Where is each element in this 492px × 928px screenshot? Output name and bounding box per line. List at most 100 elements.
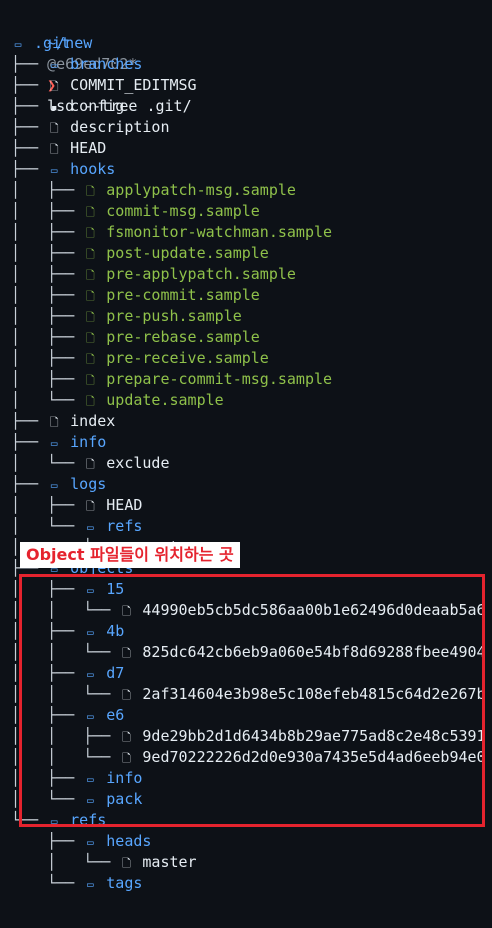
file-icon: 🗋 bbox=[85, 227, 95, 240]
folder-icon: ▭ bbox=[86, 521, 94, 534]
tree-item-name: fsmonitor-watchman.sample bbox=[106, 223, 333, 241]
prompt-line: ~/new @e69ed702* ❯ lsd --tree .git/ bbox=[11, 12, 192, 115]
tree-item-name: description bbox=[70, 118, 170, 136]
tree-item-file: │ ├── 🗋 pre-push.sample bbox=[11, 306, 242, 327]
tree-item-name: HEAD bbox=[70, 139, 107, 157]
file-icon: 🗋 bbox=[85, 500, 95, 513]
tree-item-file: │ ├── 🗋 commit-msg.sample bbox=[11, 201, 260, 222]
file-icon: 🗋 bbox=[49, 80, 59, 93]
tree-branch: └── bbox=[11, 874, 84, 892]
folder-icon: ▭ bbox=[50, 479, 58, 492]
tree-item-file: │ ├── 🗋 fsmonitor-watchman.sample bbox=[11, 222, 332, 243]
tree-branch: │ ├── bbox=[11, 496, 84, 514]
file-icon: 🗋 bbox=[85, 458, 95, 471]
tree-item-folder: ├── ▭ info bbox=[11, 432, 106, 453]
tree-branch: ├── bbox=[11, 55, 48, 73]
tree-item-file: │ ├── 🗋 post-update.sample bbox=[11, 243, 269, 264]
tree-branch: │ ├── bbox=[11, 307, 84, 325]
file-icon: 🗋 bbox=[85, 269, 95, 282]
tree-item-file: │ ├── 🗋 HEAD bbox=[11, 495, 142, 516]
file-icon: 🗋 bbox=[85, 311, 95, 324]
tree-item-name: master bbox=[142, 853, 197, 871]
tree-item-name: HEAD bbox=[106, 496, 143, 514]
tree-branch: ├── bbox=[11, 160, 48, 178]
tree-branch: │ ├── bbox=[11, 370, 84, 388]
folder-icon: ▭ bbox=[86, 878, 94, 891]
tree-item-name: post-update.sample bbox=[106, 244, 269, 262]
file-icon: 🗋 bbox=[85, 353, 95, 366]
tree-item-folder: └── ▭ tags bbox=[11, 873, 142, 894]
tree-item-folder: ├── ▭ hooks bbox=[11, 159, 115, 180]
tree-item-name: pre-commit.sample bbox=[106, 286, 260, 304]
tree-branch: │ ├── bbox=[11, 286, 84, 304]
tree-branch: │ └── bbox=[11, 454, 84, 472]
tree-item-file: │ └── 🗋 update.sample bbox=[11, 390, 224, 411]
tree-item-name: commit-msg.sample bbox=[106, 202, 260, 220]
tree-item-name: branches bbox=[70, 55, 143, 73]
tree-item-file: │ └── 🗋 master bbox=[11, 852, 197, 873]
tree-item-folder: ├── ▭ logs bbox=[11, 474, 106, 495]
folder-icon: ▭ bbox=[50, 164, 58, 177]
tree-branch: │ ├── bbox=[11, 223, 84, 241]
file-icon: 🗋 bbox=[85, 374, 95, 387]
tree-branch: │ ├── bbox=[11, 265, 84, 283]
tree-item-name: COMMIT_EDITMSG bbox=[70, 76, 197, 94]
tree-branch: │ └── bbox=[11, 517, 84, 535]
tree-branch: ├── bbox=[11, 97, 48, 115]
folder-icon: ▭ bbox=[50, 437, 58, 450]
tree-branch: │ ├── bbox=[11, 328, 84, 346]
tree-item-name: info bbox=[70, 433, 107, 451]
tree-item-name: refs bbox=[106, 517, 143, 535]
tree-item-file: │ ├── 🗋 pre-applypatch.sample bbox=[11, 264, 296, 285]
annotation-highlight-box bbox=[19, 574, 485, 827]
tree-item-file: │ ├── 🗋 pre-receive.sample bbox=[11, 348, 269, 369]
tree-item-file: ├── 🗋 COMMIT_EDITMSG bbox=[11, 75, 197, 96]
tree-item-file: │ ├── 🗋 applypatch-msg.sample bbox=[11, 180, 296, 201]
tree-branch: │ ├── bbox=[11, 181, 84, 199]
tree-branch: ├── bbox=[11, 412, 48, 430]
tree-item-file: ├── 🗋 description bbox=[11, 117, 170, 138]
tree-item-folder: ├── ▭ branches bbox=[11, 54, 142, 75]
tree-item-name: index bbox=[70, 412, 116, 430]
tree-item-file: ├── 🗋 HEAD bbox=[11, 138, 106, 159]
tree-branch: ├── bbox=[11, 76, 48, 94]
file-icon: 🗋 bbox=[49, 416, 59, 429]
file-icon: 🗋 bbox=[85, 395, 95, 408]
tree-item-file: │ ├── 🗋 pre-commit.sample bbox=[11, 285, 260, 306]
tree-item-folder: ▭ .git bbox=[11, 33, 70, 54]
tree-branch: ├── bbox=[11, 832, 84, 850]
tree-item-file: ├── ▪ config bbox=[11, 96, 124, 117]
file-icon: 🗋 bbox=[85, 248, 95, 261]
file-icon: 🗋 bbox=[121, 857, 131, 870]
tree-item-file: ├── 🗋 index bbox=[11, 411, 115, 432]
tree-item-name: pre-receive.sample bbox=[106, 349, 269, 367]
tree-item-folder: │ └── ▭ refs bbox=[11, 516, 142, 537]
tree-branch: │ └── bbox=[11, 391, 84, 409]
file-icon: 🗋 bbox=[85, 290, 95, 303]
tree-branch: ├── bbox=[11, 118, 48, 136]
file-icon: 🗋 bbox=[85, 332, 95, 345]
tree-branch: ├── bbox=[11, 475, 48, 493]
folder-icon: ▭ bbox=[50, 59, 58, 72]
tree-item-name: update.sample bbox=[106, 391, 224, 409]
tree-item-name: pre-rebase.sample bbox=[106, 328, 260, 346]
file-icon: 🗋 bbox=[49, 122, 59, 135]
tree-item-file: │ ├── 🗋 pre-rebase.sample bbox=[11, 327, 260, 348]
config-icon: ▪ bbox=[50, 101, 58, 114]
tree-branch: ├── bbox=[11, 433, 48, 451]
tree-item-name: logs bbox=[70, 475, 107, 493]
file-icon: 🗋 bbox=[49, 143, 59, 156]
tree-branch: │ ├── bbox=[11, 349, 84, 367]
tree-branch: │ └── bbox=[11, 853, 120, 871]
folder-icon: ▭ bbox=[14, 38, 22, 51]
tree-item-folder: ├── ▭ heads bbox=[11, 831, 151, 852]
tree-item-name: config bbox=[70, 97, 125, 115]
tree-branch: ├── bbox=[11, 139, 48, 157]
file-icon: 🗋 bbox=[85, 185, 95, 198]
tree-item-name: pre-applypatch.sample bbox=[106, 265, 296, 283]
tree-branch: │ ├── bbox=[11, 202, 84, 220]
tree-item-name: tags bbox=[106, 874, 143, 892]
tree-item-file: │ ├── 🗋 prepare-commit-msg.sample bbox=[11, 369, 332, 390]
tree-item-name: prepare-commit-msg.sample bbox=[106, 370, 333, 388]
file-icon: 🗋 bbox=[85, 206, 95, 219]
